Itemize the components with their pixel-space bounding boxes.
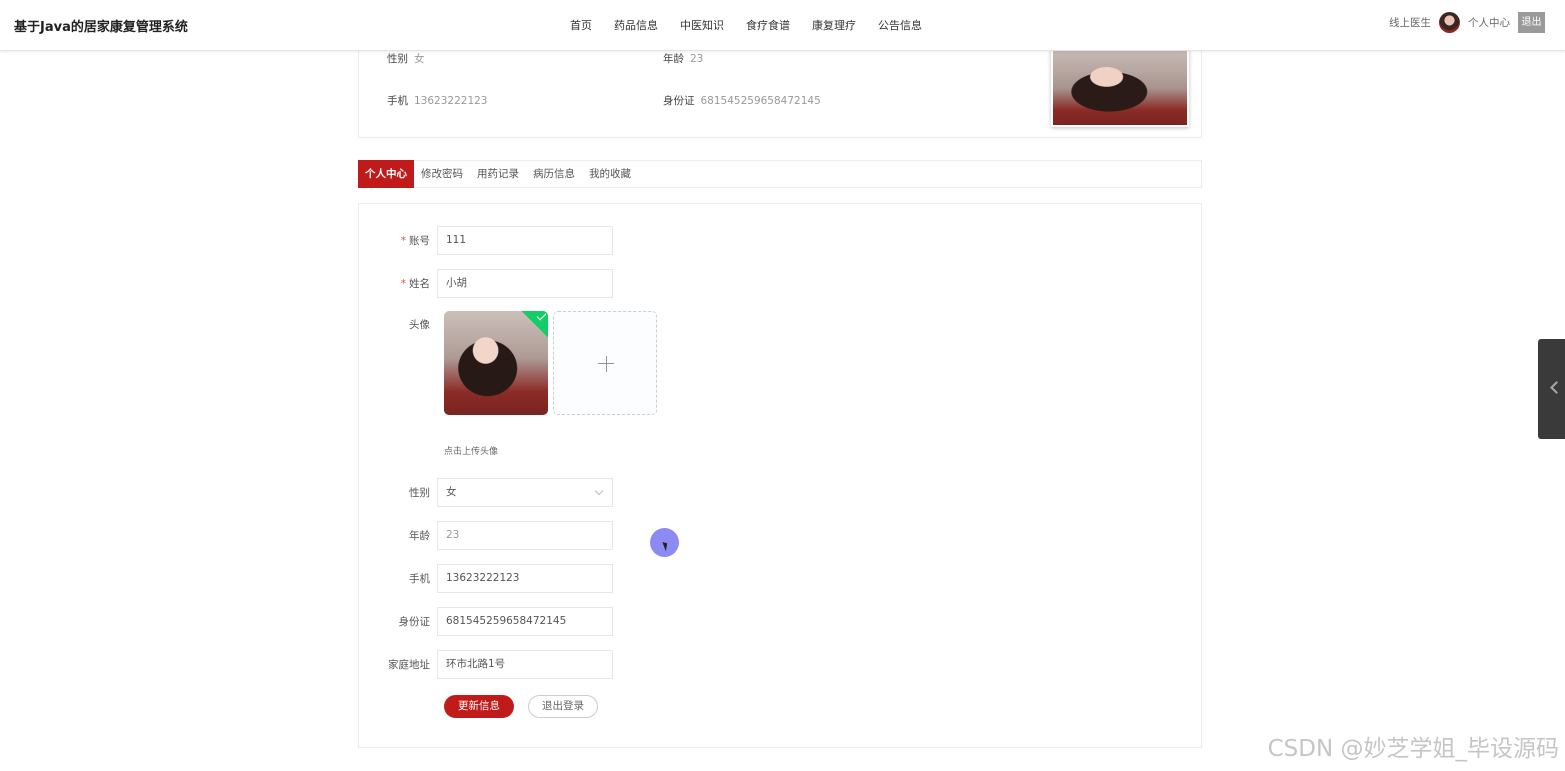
user-area: 线上医生 个人中心 退出 — [1389, 12, 1545, 33]
plus-icon-vertical — [605, 356, 607, 372]
logout-account-button[interactable]: 退出登录 — [528, 695, 598, 718]
summary-phone-value: 13623222123 — [414, 95, 488, 107]
form-row-address: 家庭地址 环市北路1号 — [359, 650, 613, 679]
id-card-input[interactable]: 681545259658472145 — [437, 607, 613, 636]
profile-photo — [1051, 49, 1189, 127]
nav-medicine[interactable]: 药品信息 — [614, 16, 658, 34]
nav-tcm-knowledge[interactable]: 中医知识 — [680, 16, 724, 34]
id-card-label: 身份证 — [398, 616, 431, 628]
required-mark: * — [400, 235, 406, 247]
form-row-name: * 姓名 小胡 — [359, 269, 613, 298]
summary-gender-value: 女 — [414, 53, 425, 65]
name-label: * 姓名 — [359, 276, 437, 291]
summary-gender-label: 性别 — [387, 53, 408, 65]
gender-label: 性别 — [409, 487, 430, 499]
summary-age: 年龄 23 — [663, 51, 703, 66]
chevron-down-icon — [594, 486, 604, 496]
required-mark: * — [400, 278, 406, 290]
summary-age-label: 年龄 — [663, 53, 684, 65]
user-avatar[interactable] — [1439, 12, 1460, 33]
account-label: * 账号 — [359, 233, 437, 248]
avatar-upload-button[interactable] — [553, 311, 657, 415]
tab-medication-records[interactable]: 用药记录 — [470, 160, 526, 188]
summary-phone-label: 手机 — [387, 95, 408, 107]
summary-gender: 性别女 — [387, 51, 425, 66]
update-info-button[interactable]: 更新信息 — [444, 695, 514, 718]
summary-id-value: 681545259658472145 — [700, 95, 821, 107]
watermark: CSDN @妙芝学姐_毕设源码 — [1267, 736, 1559, 762]
form-row-avatar: 头像 — [359, 317, 437, 332]
chevron-left-icon — [1550, 381, 1563, 394]
nav-rehab-therapy[interactable]: 康复理疗 — [812, 16, 856, 34]
tab-change-password[interactable]: 修改密码 — [414, 160, 470, 188]
logout-button[interactable]: 退出 — [1518, 12, 1545, 33]
upload-tip: 点击上传头像 — [444, 447, 499, 457]
top-navbar: 基于Java的居家康复管理系统 首页 药品信息 中医知识 食疗食谱 康复理疗 公… — [0, 0, 1565, 51]
uploaded-avatar-thumbnail[interactable] — [444, 311, 548, 415]
form-row-id: 身份证 681545259658472145 — [359, 607, 613, 636]
profile-form: * 账号 111 * 姓名 小胡 头像 点击上传头像 性别 女 年龄 23 手机 1… — [358, 203, 1202, 748]
nav-diet-recipes[interactable]: 食疗食谱 — [746, 16, 790, 34]
site-title: 基于Java的居家康复管理系统 — [14, 20, 188, 35]
nav-home[interactable]: 首页 — [570, 16, 592, 34]
summary-age-value: 23 — [690, 53, 704, 65]
summary-phone: 手机 13623222123 — [387, 93, 488, 108]
form-row-gender: 性别 女 — [359, 478, 613, 507]
age-input[interactable]: 23 — [437, 521, 613, 550]
gender-select[interactable]: 女 — [437, 478, 613, 507]
address-input[interactable]: 环市北路1号 — [437, 650, 613, 679]
nav-announcements[interactable]: 公告信息 — [878, 16, 922, 34]
form-row-account: * 账号 111 — [359, 226, 613, 255]
phone-input[interactable]: 13623222123 — [437, 564, 613, 593]
form-row-age: 年龄 23 — [359, 521, 613, 550]
name-label-text: 姓名 — [409, 278, 430, 290]
main-nav: 首页 药品信息 中医知识 食疗食谱 康复理疗 公告信息 — [570, 16, 944, 34]
account-input[interactable]: 111 — [437, 226, 613, 255]
profile-summary-card: 性别女 年龄 23 手机 13623222123 身份证 68154525965847… — [358, 40, 1202, 138]
profile-tabs: 个人中心 修改密码 用药记录 病历信息 我的收藏 — [358, 160, 1202, 188]
account-label-text: 账号 — [409, 235, 430, 247]
name-input[interactable]: 小胡 — [437, 269, 613, 298]
avatar-label: 头像 — [409, 319, 430, 331]
phone-label: 手机 — [409, 573, 430, 585]
profile-link[interactable]: 个人中心 — [1468, 15, 1510, 30]
tab-medical-records[interactable]: 病历信息 — [526, 160, 582, 188]
summary-id-label: 身份证 — [663, 95, 695, 107]
summary-id: 身份证 681545259658472145 — [663, 93, 821, 108]
tab-personal-center[interactable]: 个人中心 — [358, 160, 414, 188]
address-label: 家庭地址 — [388, 659, 430, 671]
age-label: 年龄 — [409, 530, 430, 542]
side-panel-toggle[interactable] — [1538, 339, 1565, 439]
online-doctor-link[interactable]: 线上医生 — [1389, 15, 1431, 30]
tab-favorites[interactable]: 我的收藏 — [582, 160, 638, 188]
form-row-phone: 手机 13623222123 — [359, 564, 613, 593]
gender-select-value: 女 — [446, 486, 457, 498]
